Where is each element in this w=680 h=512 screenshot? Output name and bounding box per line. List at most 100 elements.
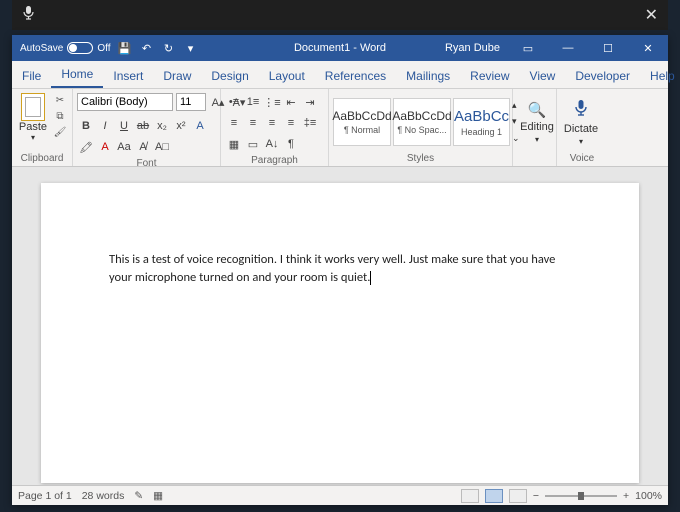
- editing-button[interactable]: 🔍 Editing ▾: [517, 91, 557, 151]
- group-font: A▴ A▾ B I U ab x₂ x² A 🖍 A Aa A̸: [73, 89, 221, 166]
- ribbon: Paste ▾ ✂ ⧉ 🖌 Clipboard A▴ A▾: [12, 89, 668, 167]
- font-name-select[interactable]: [77, 93, 173, 111]
- tab-file[interactable]: File: [12, 63, 51, 88]
- web-layout-icon[interactable]: [509, 489, 527, 503]
- tab-references[interactable]: References: [315, 63, 396, 88]
- page-indicator[interactable]: Page 1 of 1: [18, 490, 72, 502]
- style-heading1[interactable]: AaBbCc Heading 1: [453, 98, 510, 146]
- word-count[interactable]: 28 words: [82, 490, 125, 502]
- align-right-icon[interactable]: ≡: [263, 114, 281, 132]
- strike-button[interactable]: ab: [134, 117, 152, 135]
- char-border-icon[interactable]: A□: [153, 138, 171, 156]
- find-icon: 🔍: [528, 101, 547, 119]
- autosave-label: AutoSave: [20, 43, 63, 54]
- group-styles: AaBbCcDd ¶ Normal AaBbCcDd ¶ No Spac... …: [329, 89, 513, 166]
- editing-label: Editing: [520, 121, 554, 133]
- close-button[interactable]: ✕: [630, 35, 666, 61]
- chevron-down-icon[interactable]: ▾: [579, 137, 583, 146]
- text-effects-icon[interactable]: A: [191, 117, 209, 135]
- styles-group-label: Styles: [333, 151, 508, 166]
- spellcheck-icon[interactable]: ✎: [134, 490, 143, 502]
- increase-indent-icon[interactable]: ⇥: [301, 93, 319, 111]
- macro-icon[interactable]: ▦: [153, 490, 163, 502]
- status-bar: Page 1 of 1 28 words ✎ ▦ − + 100%: [12, 485, 668, 505]
- underline-button[interactable]: U: [115, 117, 133, 135]
- tab-review[interactable]: Review: [460, 63, 519, 88]
- multilevel-icon[interactable]: ⋮≡: [263, 93, 281, 111]
- align-left-icon[interactable]: ≡: [225, 114, 243, 132]
- undo-icon[interactable]: ↶: [139, 40, 155, 56]
- change-case-icon[interactable]: Aa: [115, 138, 133, 156]
- redo-icon[interactable]: ↻: [161, 40, 177, 56]
- subscript-button[interactable]: x₂: [153, 117, 171, 135]
- print-layout-icon[interactable]: [485, 489, 503, 503]
- minimize-button[interactable]: —: [550, 35, 586, 61]
- superscript-button[interactable]: x²: [172, 117, 190, 135]
- maximize-button[interactable]: ☐: [590, 35, 626, 61]
- clear-format-icon[interactable]: A̸: [134, 138, 152, 156]
- sort-icon[interactable]: A↓: [263, 135, 281, 153]
- toggle-off-icon[interactable]: [67, 42, 93, 54]
- document-body-text[interactable]: This is a test of voice recognition. I t…: [109, 252, 555, 285]
- cut-icon[interactable]: ✂: [52, 93, 68, 107]
- group-voice: Dictate ▾ Voice: [557, 89, 607, 166]
- tab-insert[interactable]: Insert: [103, 63, 153, 88]
- document-page[interactable]: This is a test of voice recognition. I t…: [41, 183, 639, 483]
- show-marks-icon[interactable]: ¶: [282, 135, 300, 153]
- clipboard-group-label: Clipboard: [16, 151, 68, 166]
- tab-draw[interactable]: Draw: [153, 63, 201, 88]
- style-no-spacing[interactable]: AaBbCcDd ¶ No Spac...: [393, 98, 451, 146]
- group-editing: 🔍 Editing ▾: [513, 89, 557, 166]
- style-normal[interactable]: AaBbCcDd ¶ Normal: [333, 98, 391, 146]
- ribbon-display-icon[interactable]: ▭: [510, 35, 546, 61]
- zoom-slider[interactable]: [545, 495, 617, 497]
- autosave-toggle[interactable]: AutoSave Off: [20, 42, 111, 54]
- chevron-down-icon[interactable]: ▾: [535, 135, 539, 144]
- dictate-mic-icon: [574, 99, 588, 121]
- tab-layout[interactable]: Layout: [259, 63, 315, 88]
- justify-icon[interactable]: ≡: [282, 114, 300, 132]
- paste-button[interactable]: Paste ▾: [16, 93, 50, 142]
- chevron-down-icon[interactable]: ▾: [31, 133, 35, 142]
- decrease-indent-icon[interactable]: ⇤: [282, 93, 300, 111]
- borders-icon[interactable]: ▭: [244, 135, 262, 153]
- close-icon[interactable]: ✕: [645, 5, 658, 25]
- window-title: Document1 - Word: [294, 42, 386, 54]
- bullets-icon[interactable]: •≡: [225, 93, 243, 111]
- paste-icon: [21, 93, 45, 121]
- voice-recognition-bar: ✕: [12, 0, 668, 30]
- numbering-icon[interactable]: 1≡: [244, 93, 262, 111]
- format-painter-icon[interactable]: 🖌: [52, 125, 68, 139]
- user-name[interactable]: Ryan Dube: [445, 42, 500, 54]
- read-mode-icon[interactable]: [461, 489, 479, 503]
- style-preview: AaBbCc: [454, 108, 509, 125]
- save-icon[interactable]: 💾: [117, 40, 133, 56]
- bold-button[interactable]: B: [77, 117, 95, 135]
- font-size-select[interactable]: [176, 93, 206, 111]
- zoom-level[interactable]: 100%: [635, 490, 662, 502]
- zoom-in-button[interactable]: +: [623, 490, 629, 502]
- document-area[interactable]: This is a test of voice recognition. I t…: [12, 167, 668, 485]
- italic-button[interactable]: I: [96, 117, 114, 135]
- tab-view[interactable]: View: [520, 63, 566, 88]
- style-name: ¶ No Spac...: [397, 125, 446, 135]
- zoom-out-button[interactable]: −: [533, 490, 539, 502]
- tab-design[interactable]: Design: [201, 63, 258, 88]
- autosave-state: Off: [97, 43, 110, 54]
- copy-icon[interactable]: ⧉: [52, 109, 68, 123]
- tab-mailings[interactable]: Mailings: [396, 63, 460, 88]
- style-name: Heading 1: [461, 127, 502, 137]
- line-spacing-icon[interactable]: ‡≡: [301, 114, 319, 132]
- qat-dropdown-icon[interactable]: ▾: [183, 40, 199, 56]
- tab-home[interactable]: Home: [51, 61, 103, 88]
- align-center-icon[interactable]: ≡: [244, 114, 262, 132]
- dictate-button[interactable]: Dictate ▾: [561, 91, 601, 151]
- tab-help[interactable]: Help: [640, 63, 680, 88]
- font-group-label: Font: [77, 156, 216, 171]
- paste-label: Paste: [19, 121, 47, 133]
- tab-developer[interactable]: Developer: [565, 63, 640, 88]
- mic-icon[interactable]: [22, 5, 35, 25]
- shading-icon[interactable]: ▦: [225, 135, 243, 153]
- highlight-icon[interactable]: 🖍: [77, 138, 95, 156]
- font-color-icon[interactable]: A: [96, 138, 114, 156]
